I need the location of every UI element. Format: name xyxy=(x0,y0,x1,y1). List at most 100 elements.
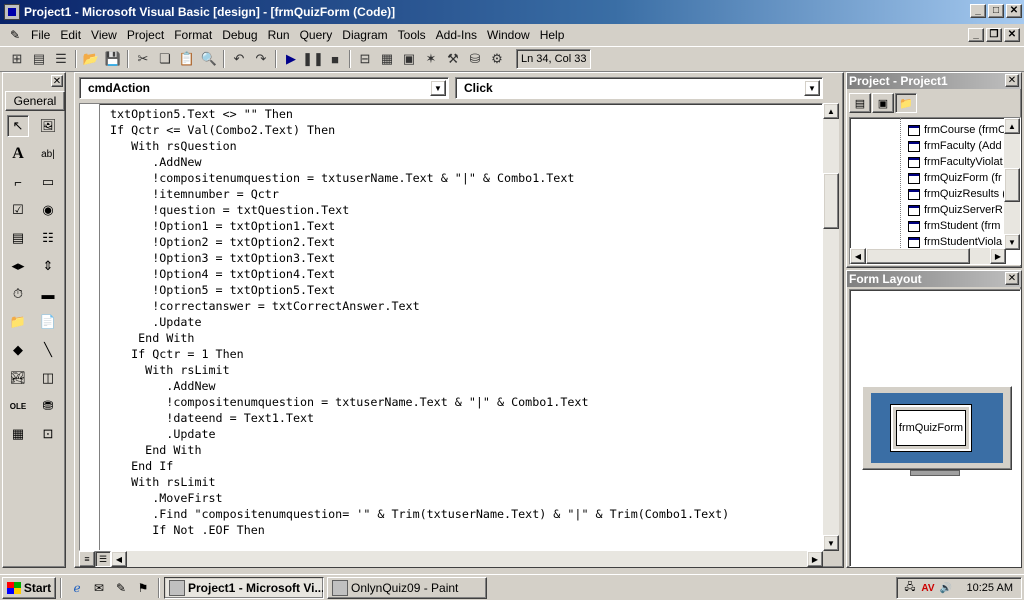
scroll-up-icon[interactable]: ▲ xyxy=(823,103,839,119)
code-line[interactable]: End With xyxy=(110,330,729,346)
code-line[interactable]: End If xyxy=(110,458,729,474)
view-object-icon[interactable]: ▣ xyxy=(872,93,894,113)
scroll-thumb[interactable] xyxy=(823,173,839,229)
internet-explorer-icon[interactable]: ℯ xyxy=(68,579,86,597)
code-window-icon[interactable]: ✎ xyxy=(6,26,24,44)
datagrid-tool-icon[interactable]: ▦ xyxy=(7,423,29,445)
toolbox-icon[interactable]: ⚒ xyxy=(442,48,464,70)
dirlistbox-tool-icon[interactable]: 📁 xyxy=(7,311,29,333)
code-line[interactable]: If Not .EOF Then xyxy=(110,522,729,538)
code-line[interactable]: !dateend = Text1.Text xyxy=(110,410,729,426)
project-explorer-icon[interactable]: ⊟ xyxy=(354,48,376,70)
code-line[interactable]: End With xyxy=(110,442,729,458)
object-browser-icon[interactable]: ✶ xyxy=(420,48,442,70)
menu-editor-icon[interactable]: ☰ xyxy=(50,48,72,70)
code-line[interactable]: txtOption5.Text <> "" Then xyxy=(110,106,729,122)
menu-window[interactable]: Window xyxy=(482,28,535,42)
tree-scroll-right-icon[interactable]: ▶ xyxy=(990,248,1006,264)
menu-diagram[interactable]: Diagram xyxy=(337,28,392,42)
undo-icon[interactable]: ↶ xyxy=(228,48,250,70)
filelistbox-tool-icon[interactable]: 📄 xyxy=(37,311,59,333)
datacombo-tool-icon[interactable]: ⊡ xyxy=(37,423,59,445)
menu-view[interactable]: View xyxy=(86,28,122,42)
code-line[interactable]: !Option4 = txtOption4.Text xyxy=(110,266,729,282)
tree-item-form[interactable]: frmQuizServerR xyxy=(908,202,1003,218)
cut-icon[interactable]: ✂ xyxy=(132,48,154,70)
toggle-folders-icon[interactable]: 📁 xyxy=(895,93,917,113)
project-tree[interactable]: frmCourse (frmC frmFaculty (Add frmFaculty… xyxy=(849,117,1021,265)
commandbutton-tool-icon[interactable]: ▭ xyxy=(37,171,59,193)
menu-debug[interactable]: Debug xyxy=(217,28,262,42)
minimize-button[interactable]: _ xyxy=(970,4,986,18)
end-icon[interactable]: ■ xyxy=(324,48,346,70)
save-project-icon[interactable]: 💾 xyxy=(102,48,124,70)
code-line[interactable]: .MoveFirst xyxy=(110,490,729,506)
line-tool-icon[interactable]: ╲ xyxy=(37,339,59,361)
code-line[interactable]: !question = txtQuestion.Text xyxy=(110,202,729,218)
form-layout-close-icon[interactable]: ✕ xyxy=(1005,272,1019,285)
volume-tray-icon[interactable]: 🔊 xyxy=(939,581,953,595)
tree-scroll-thumb[interactable] xyxy=(1004,168,1020,202)
menu-add-ins[interactable]: Add-Ins xyxy=(431,28,482,42)
listbox-tool-icon[interactable]: ☷ xyxy=(37,227,59,249)
label-tool-icon[interactable]: A xyxy=(7,143,29,165)
drivelistbox-tool-icon[interactable]: ▬ xyxy=(37,283,59,305)
margin-indicator-bar[interactable] xyxy=(80,104,100,550)
pointer-tool-icon[interactable]: ↖ xyxy=(7,115,29,137)
scroll-right-icon[interactable]: ▶ xyxy=(807,551,823,567)
toolbox-general-tab[interactable]: General xyxy=(5,91,65,111)
code-line[interactable]: !Option2 = txtOption2.Text xyxy=(110,234,729,250)
code-lines[interactable]: txtOption5.Text <> "" Then If Qctr <= Val… xyxy=(110,106,729,538)
code-line[interactable]: !itemnumber = Qctr xyxy=(110,186,729,202)
menu-query[interactable]: Query xyxy=(295,28,338,42)
maximize-button[interactable]: □ xyxy=(988,4,1004,18)
tree-item-form[interactable]: frmQuizResults ( xyxy=(908,186,1006,202)
add-form-icon[interactable]: ▤ xyxy=(28,48,50,70)
code-line[interactable]: .AddNew xyxy=(110,378,729,394)
notepad-icon[interactable]: ✎ xyxy=(112,579,130,597)
find-icon[interactable]: 🔍 xyxy=(198,48,220,70)
code-line[interactable]: !compositenumquestion = txtuserName.Text… xyxy=(110,170,729,186)
hscrollbar-tool-icon[interactable]: ◂▸ xyxy=(7,255,29,277)
project-explorer-close-icon[interactable]: ✕ xyxy=(1005,74,1019,87)
code-line[interactable]: With rsLimit xyxy=(110,362,729,378)
open-project-icon[interactable]: 📂 xyxy=(80,48,102,70)
menu-run[interactable]: Run xyxy=(263,28,295,42)
tree-scroll-down-icon[interactable]: ▼ xyxy=(1004,234,1020,250)
mdi-minimize-button[interactable]: _ xyxy=(968,28,984,42)
menu-project[interactable]: Project xyxy=(122,28,169,42)
antivirus-tray-icon[interactable]: AV xyxy=(921,581,935,595)
form-layout-icon[interactable]: ▣ xyxy=(398,48,420,70)
code-line[interactable]: .Find "compositenumquestion= '" & Trim(t… xyxy=(110,506,729,522)
checkbox-tool-icon[interactable]: ☑ xyxy=(7,199,29,221)
code-line[interactable]: !Option5 = txtOption5.Text xyxy=(110,282,729,298)
vb-app-icon[interactable] xyxy=(4,4,20,20)
picturebox-tool-icon[interactable]: 🖼 xyxy=(37,115,59,137)
procedure-combo[interactable]: Click ▼ xyxy=(455,77,823,99)
menu-file[interactable]: File xyxy=(26,28,55,42)
toolbox-close-icon[interactable]: ✕ xyxy=(51,75,63,87)
ole-tool-icon[interactable]: OLE xyxy=(7,395,29,417)
data-view-icon[interactable]: ⛁ xyxy=(464,48,486,70)
code-line[interactable]: !compositenumquestion = txtuserName.Text… xyxy=(110,394,729,410)
procedure-view-icon[interactable]: ≡ xyxy=(79,551,95,567)
code-line[interactable]: .Update xyxy=(110,314,729,330)
data-tool-icon[interactable]: ◫ xyxy=(37,367,59,389)
network-tray-icon[interactable]: 🖧 xyxy=(903,581,917,595)
tree-scroll-up-icon[interactable]: ▲ xyxy=(1004,118,1020,134)
tree-hscroll-thumb[interactable] xyxy=(866,248,970,264)
task-paint[interactable]: OnlynQuiz09 - Paint xyxy=(327,576,487,599)
view-code-icon[interactable]: ▤ xyxy=(849,93,871,113)
code-line[interactable]: With rsQuestion xyxy=(110,138,729,154)
code-horizontal-scrollbar[interactable]: ◀ ▶ xyxy=(111,551,823,567)
procedure-combo-arrow-icon[interactable]: ▼ xyxy=(804,80,820,96)
code-line[interactable]: !Option1 = txtOption1.Text xyxy=(110,218,729,234)
task-visual-basic[interactable]: Project1 - Microsoft Vi... xyxy=(164,576,324,599)
properties-window-icon[interactable]: ▦ xyxy=(376,48,398,70)
close-button[interactable]: ✕ xyxy=(1006,4,1022,18)
tree-horizontal-scrollbar[interactable]: ◀ ▶ xyxy=(850,248,1006,264)
scroll-left-icon[interactable]: ◀ xyxy=(111,551,127,567)
object-combo-arrow-icon[interactable]: ▼ xyxy=(430,80,446,96)
add-project-icon[interactable]: ⊞ xyxy=(6,48,28,70)
copy-icon[interactable]: ❏ xyxy=(154,48,176,70)
